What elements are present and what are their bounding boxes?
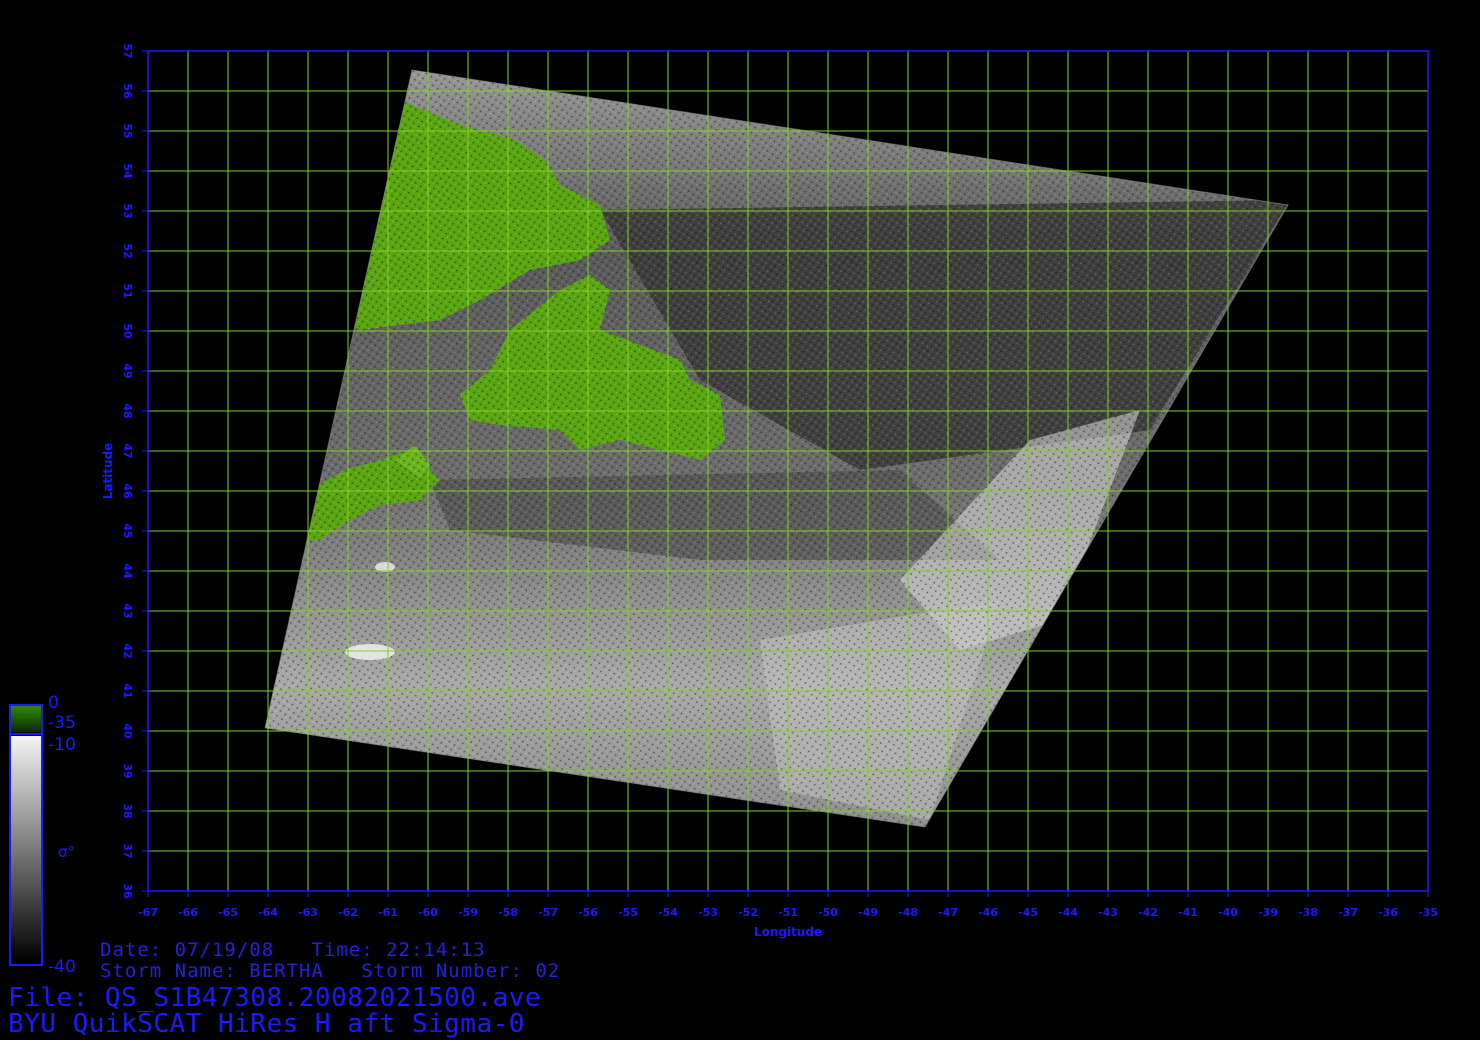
y-tick-label: 52	[121, 243, 134, 258]
x-tick-label: -61	[378, 906, 398, 919]
x-tick-label: -48	[898, 906, 918, 919]
x-tick-label: -57	[538, 906, 558, 919]
x-tick-label: -67	[138, 906, 158, 919]
x-tick-label: -64	[258, 906, 278, 919]
y-tick-label: 55	[121, 123, 134, 138]
x-tick-label: -41	[1178, 906, 1198, 919]
x-tick-label: -66	[178, 906, 198, 919]
y-tick-label: 53	[121, 203, 134, 218]
y-tick-label: 50	[121, 323, 134, 339]
y-tick-label: 43	[121, 603, 134, 618]
y-tick-label: 37	[121, 843, 134, 858]
y-tick-label: 46	[121, 483, 134, 499]
x-tick-label: -54	[658, 906, 678, 919]
x-tick-label: -45	[1018, 906, 1038, 919]
x-tick-label: -60	[418, 906, 438, 919]
y-tick-label: 47	[121, 443, 134, 458]
x-tick-label: -65	[218, 906, 238, 919]
date-time-line: Date: 07/19/08 Time: 22:14:13	[100, 939, 486, 961]
x-tick-label: -40	[1218, 906, 1238, 919]
colorbar-land-top-label: 0	[48, 693, 59, 713]
y-tick-label: 51	[121, 283, 134, 298]
x-tick-label: -62	[338, 906, 358, 919]
x-tick-label: -46	[978, 906, 998, 919]
x-tick-label: -55	[618, 906, 638, 919]
colorbar-ocean-top-label: -10	[48, 735, 76, 755]
x-axis-title: Longitude	[754, 925, 822, 939]
swath-image	[265, 70, 1288, 827]
colorbar-land-segment	[11, 706, 41, 732]
x-tick-label: -42	[1138, 906, 1158, 919]
y-tick-label: 54	[121, 163, 134, 179]
x-tick-label: -35	[1418, 906, 1438, 919]
y-tick-label: 38	[121, 803, 134, 818]
x-tick-label: -58	[498, 906, 518, 919]
x-tick-label: -52	[738, 906, 758, 919]
sigma-symbol: σ°	[58, 843, 76, 861]
x-tick-label: -47	[938, 906, 958, 919]
scatterometer-map: -67 -66 -65 -64 -63 -62 -61 -60 -59 -58 -57 -56 -55 -…	[9, 43, 1438, 966]
colorbar-land-bottom-label: -35	[48, 713, 76, 733]
x-tick-label: -51	[778, 906, 798, 919]
x-tick-label: -59	[458, 906, 478, 919]
y-tick-label: 45	[121, 523, 134, 538]
x-tick-label: -53	[698, 906, 718, 919]
y-tick-label: 49	[121, 363, 134, 378]
x-tick-label: -44	[1058, 906, 1078, 919]
storm-line: Storm Name: BERTHA Storm Number: 02	[100, 960, 561, 982]
x-tick-label: -38	[1298, 906, 1318, 919]
y-axis-title: Latitude	[101, 443, 115, 500]
colorbar-ocean-segment	[11, 736, 41, 962]
y-tick-label: 42	[121, 643, 134, 658]
x-tick-label: -50	[818, 906, 838, 919]
product-line: BYU QuikSCAT HiRes H aft Sigma-0	[8, 1009, 525, 1039]
colorbar-ocean-bottom-label: -40	[48, 957, 76, 977]
y-tick-label: 41	[121, 683, 134, 698]
y-tick-label: 56	[121, 83, 134, 99]
y-tick-label: 39	[121, 763, 134, 778]
x-tick-label: -39	[1258, 906, 1278, 919]
x-tick-label: -49	[858, 906, 878, 919]
x-tick-label: -36	[1378, 906, 1398, 919]
file-line: File: QS_S1B47308.20082021500.ave	[8, 983, 542, 1013]
colorbar	[9, 704, 43, 966]
x-tick-label: -37	[1338, 906, 1358, 919]
x-tick-label: -56	[578, 906, 598, 919]
y-tick-label: 40	[121, 723, 134, 739]
y-tick-label: 44	[121, 563, 134, 579]
x-tick-label: -63	[298, 906, 318, 919]
x-tick-label: -43	[1098, 906, 1118, 919]
y-tick-label: 48	[121, 403, 134, 418]
y-tick-label: 57	[121, 43, 134, 58]
y-tick-label: 36	[121, 883, 134, 899]
